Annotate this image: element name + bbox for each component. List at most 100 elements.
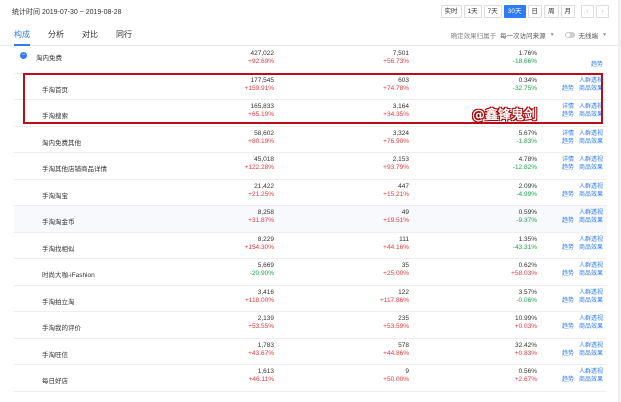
tab-compare[interactable]: 对比	[82, 28, 116, 45]
action-link[interactable]: 人群透视	[579, 342, 603, 350]
attribution-select[interactable]: 每一次访问来源	[500, 30, 546, 40]
action-link[interactable]: 人群透视	[579, 368, 603, 376]
action-link[interactable]: 人群透视	[579, 156, 603, 164]
action-link[interactable]: 商品效果	[579, 164, 603, 172]
action-link[interactable]: 详情	[562, 130, 574, 138]
action-link[interactable]: 趋势	[562, 138, 574, 146]
collapse-icon[interactable]: −	[20, 52, 27, 59]
action-link[interactable]: 趋势	[562, 350, 574, 358]
action-link[interactable]: 商品效果	[579, 191, 603, 199]
tab-peers[interactable]: 同行	[116, 28, 150, 45]
metric-change: +44.86%	[383, 349, 409, 357]
metric-cell: 35 +25.00%	[329, 262, 409, 278]
action-link[interactable]: 趋势	[562, 376, 574, 384]
action-link[interactable]: 商品效果	[579, 138, 603, 146]
metric-change: +154.30%	[244, 243, 274, 251]
source-name: 手淘首页	[42, 86, 68, 94]
action-link[interactable]: 趋势	[562, 297, 574, 305]
tab-analysis[interactable]: 分析	[48, 28, 82, 45]
source-name: 淘内免费其他	[42, 139, 81, 147]
table-row: 手淘淘宝 21,422 +21.25% 447 +15.21% 2.09% -4…	[14, 180, 607, 206]
metric-change: +15.21%	[383, 190, 409, 198]
table-row: 手淘淘金币 8,258 +31.87% 49 +19.51% 0.59% -9.…	[14, 206, 607, 233]
period-day-button[interactable]: 日	[527, 5, 542, 18]
period-1day-button[interactable]: 1天	[463, 5, 482, 18]
metric-cell: 177,545 +159.91%	[194, 77, 274, 93]
metric-value: 35	[401, 262, 409, 269]
table-row: 手淘我的评价 2,139 +53.55% 235 +53.59% 10.99% …	[14, 312, 607, 339]
period-7day-button[interactable]: 7天	[483, 5, 502, 18]
action-link[interactable]: 趋势	[562, 164, 574, 172]
period-week-button[interactable]: 周	[544, 5, 559, 18]
metric-change: -20.90%	[249, 270, 274, 277]
action-link[interactable]: 人群透视	[579, 130, 603, 138]
action-link[interactable]: 人群透视	[579, 103, 603, 111]
period-selector: 实时 1天 7天 30天 日 周 月 ‹ ›	[440, 5, 609, 18]
tab-composition[interactable]: 构成	[14, 28, 48, 46]
action-link[interactable]: 商品效果	[579, 217, 603, 225]
metric-change: +44.16%	[383, 243, 409, 251]
wireless-toggle[interactable]	[564, 32, 575, 38]
period-30day-button[interactable]: 30天	[503, 5, 526, 18]
metric-cell: 0.56% +2.67%	[457, 368, 537, 384]
next-period-icon[interactable]: ›	[596, 5, 609, 18]
action-link[interactable]: 人群透视	[579, 262, 603, 270]
metric-cell: 3,416 +118.00%	[194, 289, 274, 305]
table-row: 手淘其他店铺商品详情 45,018 +122.28% 2,153 +93.79%…	[14, 153, 607, 180]
metric-value: 2,153	[392, 156, 409, 163]
metric-cell: 235 +53.59%	[329, 315, 409, 331]
action-link[interactable]: 商品效果	[579, 111, 603, 119]
action-link[interactable]: 商品效果	[579, 244, 603, 252]
tab-bar: 构成 分析 对比 同行 确定效果归属于 每一次访问来源 ▼ 无线端 ▼	[0, 28, 621, 46]
metric-cell: 578 +44.86%	[329, 342, 409, 358]
period-realtime-button[interactable]: 实时	[440, 5, 462, 18]
metric-value: 4.78%	[518, 156, 537, 163]
metric-change: +34.35%	[383, 111, 409, 118]
action-link[interactable]: 趋势	[562, 191, 574, 199]
action-link[interactable]: 详情	[562, 156, 574, 164]
metric-value: 1.35%	[518, 235, 537, 243]
source-name: 淘内免费	[36, 55, 62, 62]
chevron-down-icon[interactable]: ▼	[602, 32, 607, 38]
action-link[interactable]: 人群透视	[579, 315, 603, 323]
chevron-down-icon[interactable]: ▼	[550, 32, 555, 38]
action-link[interactable]: 趋势	[591, 61, 603, 69]
metric-change: +0.83%	[514, 349, 537, 357]
action-link[interactable]: 商品效果	[579, 323, 603, 331]
source-name: 手淘淘金币	[42, 219, 75, 226]
metric-value: 0.62%	[518, 262, 537, 269]
metric-cell: 4.78% -12.82%	[457, 156, 537, 172]
table-row: 手淘旺信 1,783 +43.67% 578 +44.86% 32.42% +0…	[14, 339, 607, 365]
table-row: 淘内免费其他 58,602 +80.19% 3,324 +76.90% 5.67…	[14, 127, 607, 153]
metric-change: -4.99%	[516, 190, 537, 198]
action-link[interactable]: 商品效果	[579, 85, 603, 93]
metric-cell: 5.67% -1.83%	[457, 130, 537, 146]
period-month-button[interactable]: 月	[560, 5, 575, 18]
action-link[interactable]: 趋势	[562, 85, 574, 93]
metric-cell: 1.35% -43.31%	[457, 236, 537, 252]
metric-value: 235	[398, 315, 409, 322]
row-actions: 人群透视 趋势 商品效果	[555, 77, 603, 93]
row-actions: 人群透视 趋势 商品效果	[555, 315, 603, 331]
action-link[interactable]: 人群透视	[579, 289, 603, 297]
action-link[interactable]: 商品效果	[579, 376, 603, 384]
action-link[interactable]: 商品效果	[579, 350, 603, 358]
action-link[interactable]: 商品效果	[579, 270, 603, 278]
prev-period-icon[interactable]: ‹	[581, 5, 594, 18]
action-link[interactable]: 趋势	[562, 217, 574, 225]
action-link[interactable]: 趋势	[562, 244, 574, 252]
action-link[interactable]: 趋势	[562, 323, 574, 331]
metric-cell: 21,422 +21.25%	[194, 183, 274, 199]
action-link[interactable]: 人群透视	[579, 77, 603, 85]
metric-value: 3.57%	[518, 288, 537, 296]
action-link[interactable]: 人群透视	[579, 183, 603, 191]
metric-cell: 1,783 +43.67%	[194, 342, 274, 358]
action-link[interactable]: 详情	[562, 103, 574, 111]
metric-value: 1.76%	[518, 50, 537, 57]
action-link[interactable]: 人群透视	[579, 209, 603, 217]
action-link[interactable]: 趋势	[562, 270, 574, 278]
action-link[interactable]: 趋势	[562, 111, 574, 119]
action-link[interactable]: 商品效果	[579, 297, 603, 305]
metric-cell: 427,022 +92.69%	[194, 50, 274, 66]
action-link[interactable]: 人群透视	[579, 236, 603, 244]
